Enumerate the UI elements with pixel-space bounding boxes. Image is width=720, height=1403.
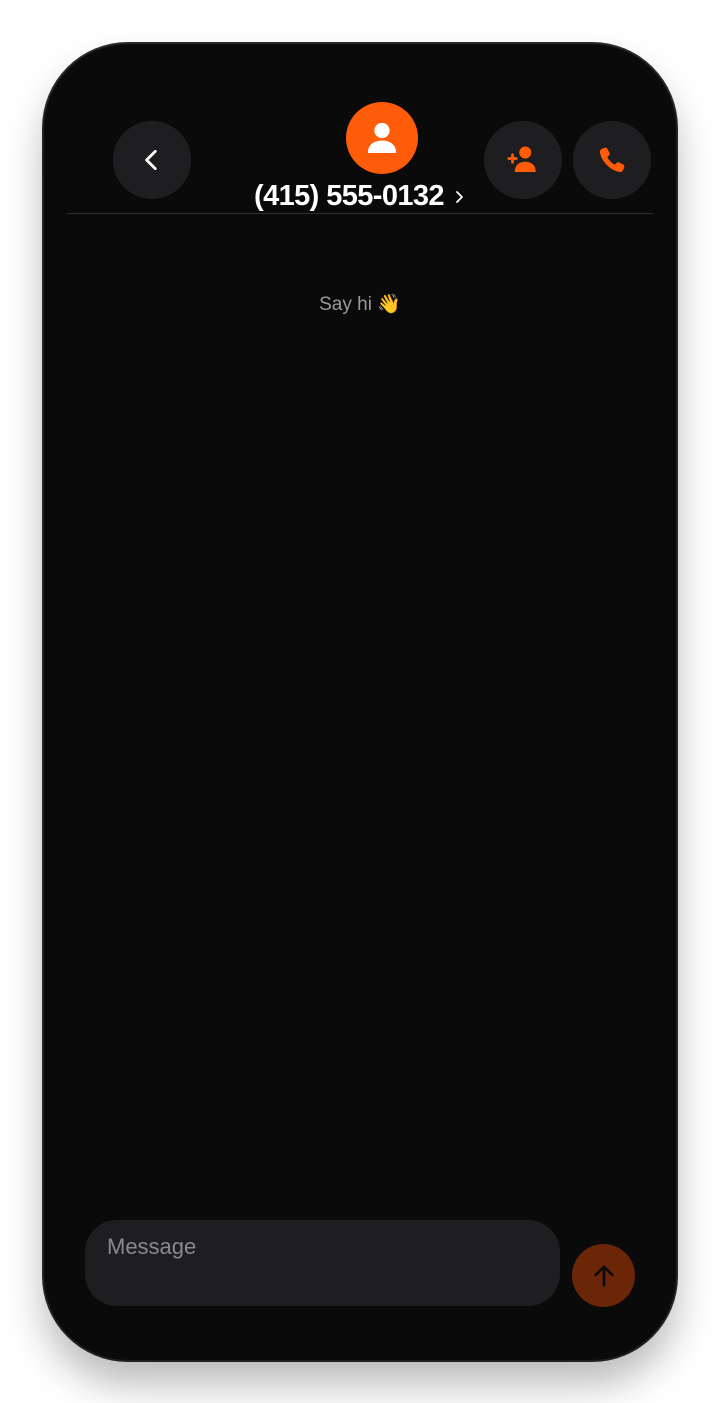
empty-conversation-hint: Say hi 👋 (319, 294, 401, 315)
arrow-up-icon (594, 1264, 613, 1287)
chevron-right-icon (456, 190, 463, 203)
phone-frame: (415) 555-0132 Say hi 👋 (44, 44, 676, 1360)
conversation-screen: (415) 555-0132 Say hi 👋 (66, 66, 654, 1338)
phone-icon (599, 147, 625, 173)
contact-name: (415) 555-0132 (254, 180, 445, 212)
avatar[interactable] (346, 102, 418, 174)
header-divider (67, 213, 653, 214)
person-add-icon (507, 146, 536, 172)
person-icon (367, 122, 397, 153)
contact-title[interactable]: (415) 555-0132 (66, 180, 654, 213)
add-contact-button[interactable] (484, 121, 562, 199)
chevron-left-icon (145, 149, 157, 171)
message-input[interactable] (107, 1234, 538, 1260)
send-button[interactable] (572, 1244, 635, 1307)
call-button[interactable] (573, 121, 651, 199)
message-composer[interactable] (85, 1220, 560, 1306)
